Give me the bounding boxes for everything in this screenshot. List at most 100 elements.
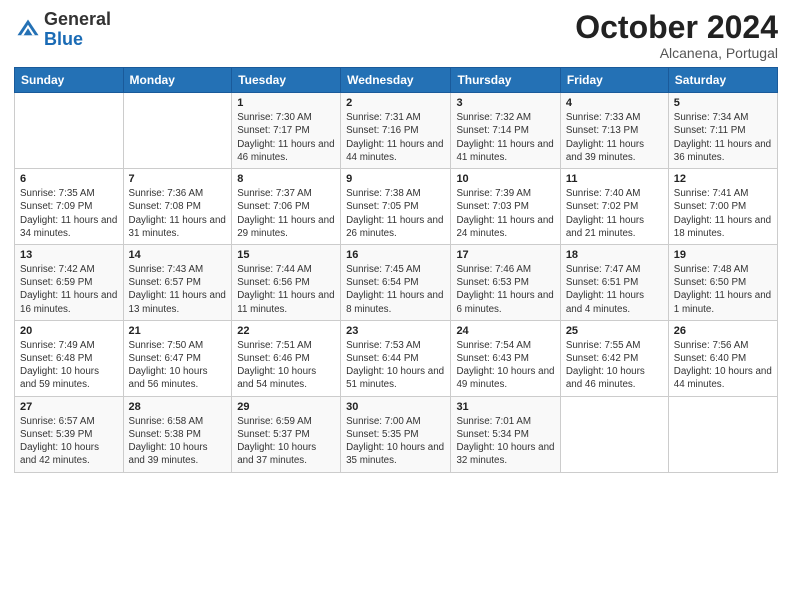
table-row: 7 Sunrise: 7:36 AMSunset: 7:08 PMDaylight… xyxy=(123,169,232,245)
logo-icon xyxy=(14,16,42,44)
table-row xyxy=(123,93,232,169)
sunset-text: Sunset: 7:00 PM xyxy=(674,200,772,213)
table-row: 5Sunrise: 7:34 AMSunset: 7:11 PMDaylight… xyxy=(668,93,777,169)
table-row: 10Sunrise: 7:39 AMSunset: 7:03 PMDayligh… xyxy=(451,169,560,245)
daylight-text: Daylight: 11 hours and 13 minutes. xyxy=(129,289,227,315)
day-number: 9 xyxy=(346,173,445,185)
day-number: 30 xyxy=(346,401,445,413)
day-detail: Sunrise: 7:56 AMSunset: 6:40 PMDaylight:… xyxy=(674,339,772,392)
col-wednesday: Wednesday xyxy=(341,68,451,93)
calendar-table: Sunday Monday Tuesday Wednesday Thursday… xyxy=(14,67,778,472)
day-detail: Sunrise: 7:32 AMSunset: 7:14 PMDaylight:… xyxy=(456,111,554,164)
table-row xyxy=(15,93,124,169)
sunset-text: Sunset: 6:59 PM xyxy=(20,276,118,289)
day-number: 18 xyxy=(566,249,663,261)
sunset-text: Sunset: 6:46 PM xyxy=(237,352,335,365)
day-number: 13 xyxy=(20,249,118,261)
table-row: 8Sunrise: 7:37 AMSunset: 7:06 PMDaylight… xyxy=(232,169,341,245)
daylight-text: Daylight: 11 hours and 29 minutes. xyxy=(237,214,335,240)
day-number: 7 xyxy=(129,173,227,185)
day-number: 3 xyxy=(456,97,554,109)
sunrise-text: Sunrise: 7:42 AM xyxy=(20,263,118,276)
day-number: 14 xyxy=(129,249,227,261)
table-row: 18 Sunrise: 7:47 AMSunset: 6:51 PMDayligh… xyxy=(560,244,668,320)
sunrise-text: Sunrise: 7:56 AM xyxy=(674,339,772,352)
day-number: 19 xyxy=(674,249,772,261)
day-detail: Sunrise: 7:01 AMSunset: 5:34 PMDaylight:… xyxy=(456,415,554,468)
sunrise-text: Sunrise: 7:43 AM xyxy=(129,263,227,276)
sunrise-text: Sunrise: 6:57 AM xyxy=(20,415,118,428)
table-row: 20Sunrise: 7:49 AMSunset: 6:48 PMDayligh… xyxy=(15,320,124,396)
sunset-text: Sunset: 7:16 PM xyxy=(346,124,445,137)
daylight-text: Daylight: 11 hours and 34 minutes. xyxy=(20,214,118,240)
table-row: 9Sunrise: 7:38 AMSunset: 7:05 PMDaylight… xyxy=(341,169,451,245)
sunrise-text: Sunrise: 7:55 AM xyxy=(566,339,663,352)
table-row: 22Sunrise: 7:51 AMSunset: 6:46 PMDayligh… xyxy=(232,320,341,396)
sunset-text: Sunset: 6:40 PM xyxy=(674,352,772,365)
sunset-text: Sunset: 7:02 PM xyxy=(566,200,663,213)
day-detail: Sunrise: 7:33 AMSunset: 7:13 PMDaylight:… xyxy=(566,111,663,164)
day-number: 11 xyxy=(566,173,663,185)
sunrise-text: Sunrise: 7:39 AM xyxy=(456,187,554,200)
logo: General Blue xyxy=(14,10,111,50)
calendar-week-row: 1Sunrise: 7:30 AMSunset: 7:17 PMDaylight… xyxy=(15,93,778,169)
sunrise-text: Sunrise: 7:45 AM xyxy=(346,263,445,276)
daylight-text: Daylight: 11 hours and 4 minutes. xyxy=(566,289,663,315)
daylight-text: Daylight: 11 hours and 18 minutes. xyxy=(674,214,772,240)
sunrise-text: Sunrise: 7:47 AM xyxy=(566,263,663,276)
table-row: 2Sunrise: 7:31 AMSunset: 7:16 PMDaylight… xyxy=(341,93,451,169)
sunrise-text: Sunrise: 7:46 AM xyxy=(456,263,554,276)
daylight-text: Daylight: 10 hours and 51 minutes. xyxy=(346,365,445,391)
table-row: 23Sunrise: 7:53 AMSunset: 6:44 PMDayligh… xyxy=(341,320,451,396)
sunrise-text: Sunrise: 7:54 AM xyxy=(456,339,554,352)
sunrise-text: Sunrise: 7:35 AM xyxy=(20,187,118,200)
sunset-text: Sunset: 7:03 PM xyxy=(456,200,554,213)
day-detail: Sunrise: 7:45 AMSunset: 6:54 PMDaylight:… xyxy=(346,263,445,316)
col-friday: Friday xyxy=(560,68,668,93)
sunset-text: Sunset: 5:38 PM xyxy=(129,428,227,441)
sunrise-text: Sunrise: 7:44 AM xyxy=(237,263,335,276)
title-area: October 2024 Alcanena, Portugal xyxy=(575,10,778,61)
sunrise-text: Sunrise: 7:30 AM xyxy=(237,111,335,124)
logo-general: General xyxy=(44,10,111,30)
sunrise-text: Sunrise: 7:00 AM xyxy=(346,415,445,428)
daylight-text: Daylight: 11 hours and 31 minutes. xyxy=(129,214,227,240)
day-detail: Sunrise: 7:49 AMSunset: 6:48 PMDaylight:… xyxy=(20,339,118,392)
sunrise-text: Sunrise: 7:33 AM xyxy=(566,111,663,124)
sunset-text: Sunset: 7:11 PM xyxy=(674,124,772,137)
day-detail: Sunrise: 7:54 AMSunset: 6:43 PMDaylight:… xyxy=(456,339,554,392)
table-row: 29Sunrise: 6:59 AMSunset: 5:37 PMDayligh… xyxy=(232,396,341,472)
day-detail: Sunrise: 7:41 AMSunset: 7:00 PMDaylight:… xyxy=(674,187,772,240)
day-detail: Sunrise: 6:59 AMSunset: 5:37 PMDaylight:… xyxy=(237,415,335,468)
calendar-week-row: 6Sunrise: 7:35 AMSunset: 7:09 PMDaylight… xyxy=(15,169,778,245)
daylight-text: Daylight: 10 hours and 44 minutes. xyxy=(674,365,772,391)
sunrise-text: Sunrise: 7:38 AM xyxy=(346,187,445,200)
day-detail: Sunrise: 7:47 AMSunset: 6:51 PMDaylight:… xyxy=(566,263,663,316)
day-number: 5 xyxy=(674,97,772,109)
daylight-text: Daylight: 10 hours and 56 minutes. xyxy=(129,365,227,391)
table-row: 14 Sunrise: 7:43 AMSunset: 6:57 PMDayligh… xyxy=(123,244,232,320)
day-number: 16 xyxy=(346,249,445,261)
sunrise-text: Sunrise: 7:34 AM xyxy=(674,111,772,124)
table-row xyxy=(560,396,668,472)
col-tuesday: Tuesday xyxy=(232,68,341,93)
col-monday: Monday xyxy=(123,68,232,93)
col-sunday: Sunday xyxy=(15,68,124,93)
daylight-text: Daylight: 11 hours and 11 minutes. xyxy=(237,289,335,315)
day-detail: Sunrise: 7:53 AMSunset: 6:44 PMDaylight:… xyxy=(346,339,445,392)
day-detail: Sunrise: 7:43 AMSunset: 6:57 PMDaylight:… xyxy=(129,263,227,316)
daylight-text: Daylight: 11 hours and 24 minutes. xyxy=(456,214,554,240)
sunset-text: Sunset: 6:56 PM xyxy=(237,276,335,289)
table-row: 13Sunrise: 7:42 AMSunset: 6:59 PMDayligh… xyxy=(15,244,124,320)
daylight-text: Daylight: 11 hours and 6 minutes. xyxy=(456,289,554,315)
sunrise-text: Sunrise: 6:58 AM xyxy=(129,415,227,428)
day-detail: Sunrise: 7:55 AMSunset: 6:42 PMDaylight:… xyxy=(566,339,663,392)
day-number: 4 xyxy=(566,97,663,109)
location-subtitle: Alcanena, Portugal xyxy=(575,45,778,61)
sunrise-text: Sunrise: 7:48 AM xyxy=(674,263,772,276)
day-number: 21 xyxy=(129,325,227,337)
daylight-text: Daylight: 10 hours and 46 minutes. xyxy=(566,365,663,391)
day-detail: Sunrise: 7:36 AMSunset: 7:08 PMDaylight:… xyxy=(129,187,227,240)
table-row: 4 Sunrise: 7:33 AMSunset: 7:13 PMDaylight… xyxy=(560,93,668,169)
sunset-text: Sunset: 5:35 PM xyxy=(346,428,445,441)
